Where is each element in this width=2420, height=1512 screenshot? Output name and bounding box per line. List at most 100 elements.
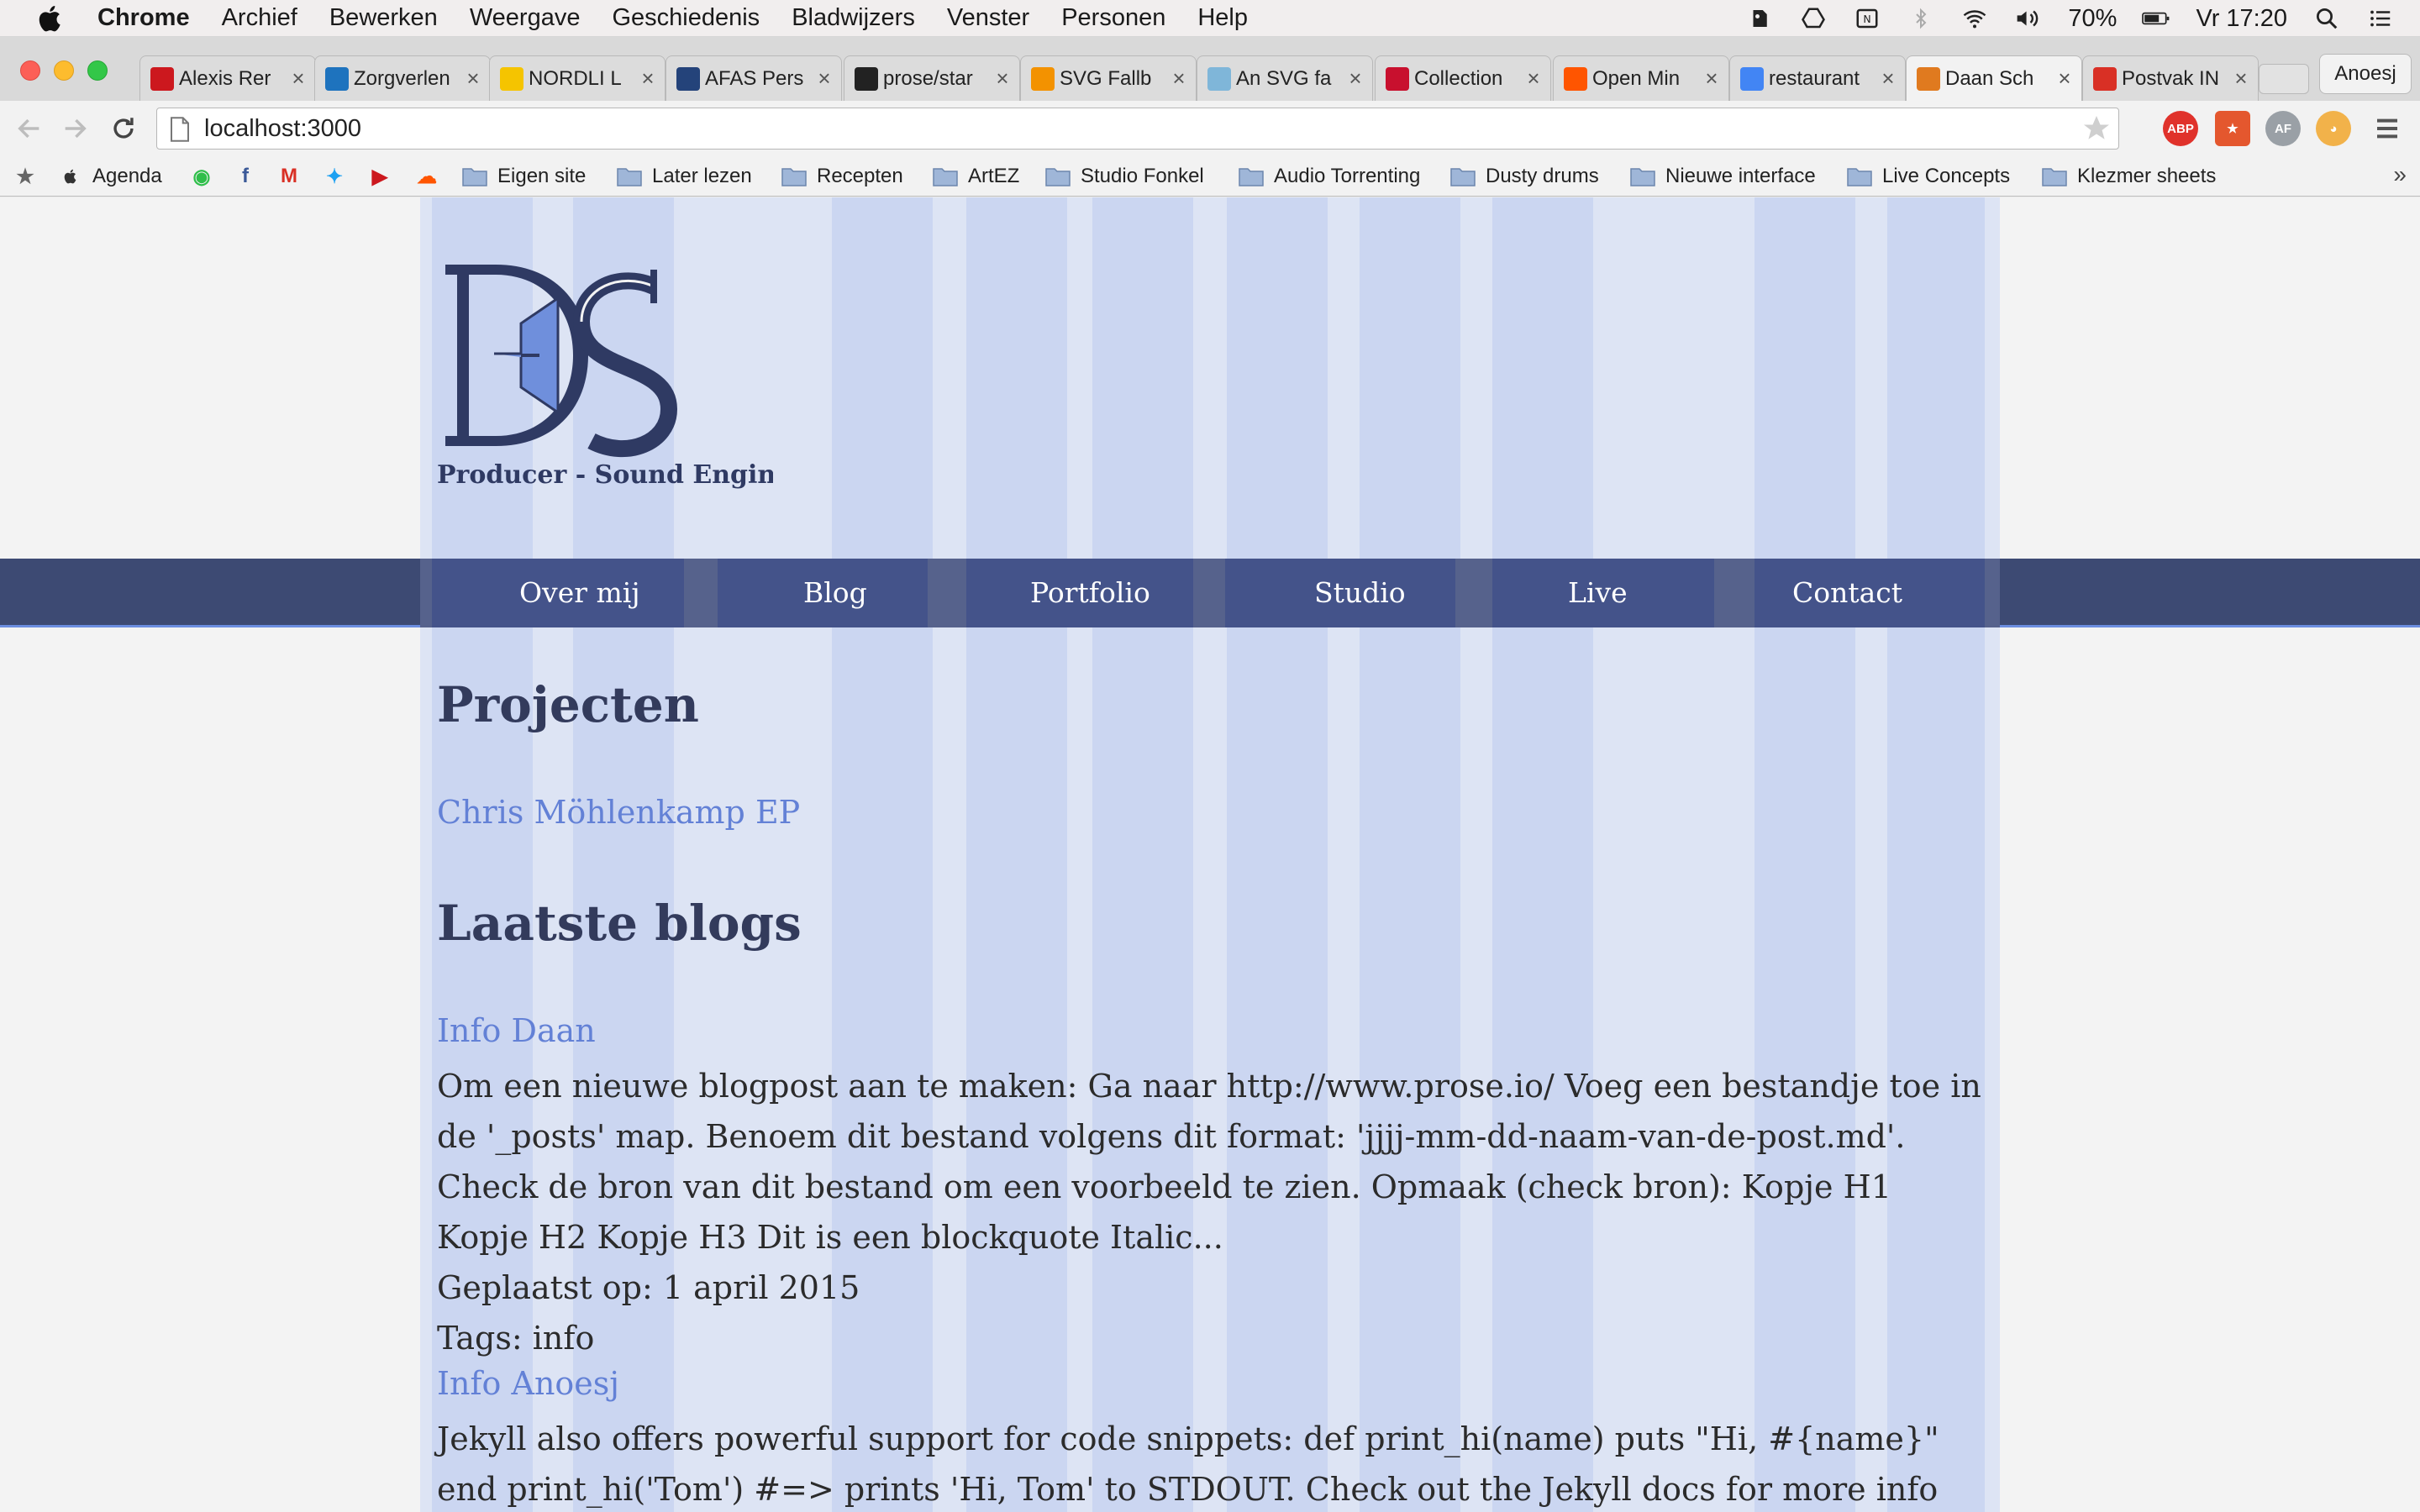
bookmark-star-icon[interactable] [2081,113,2112,144]
bookmark-label: Agenda [92,165,162,187]
back-arrow-icon[interactable] [10,109,49,148]
nav-portfolio[interactable]: Portfolio [1030,559,1150,627]
bookmark-soundcloud[interactable]: ☁ [415,163,439,190]
close-tab-icon[interactable]: × [1700,66,1723,92]
bookmark-folder[interactable]: Live Concepts [1847,163,2010,190]
bookmark-label: Eigen site [497,165,587,187]
browser-tab[interactable]: Alexis Rer × [139,55,316,101]
bookmark-apple[interactable]: Agenda [59,163,162,190]
bookmark-folder[interactable]: Later lezen [617,163,752,190]
google-drive-icon[interactable] [1799,6,1828,31]
browser-tab[interactable]: restaurant × [1729,55,1906,101]
site-navigation: Over mij Blog Portfolio Studio Live Cont… [0,559,2420,627]
close-tab-icon[interactable]: × [1167,66,1191,92]
bookmark-star[interactable]: ★ [13,163,37,190]
bookmark-folder[interactable]: Nieuwe interface [1630,163,1816,190]
battery-icon[interactable] [2142,6,2170,31]
address-bar[interactable]: localhost:3000 [156,108,2119,150]
menu-bladwijzers[interactable]: Bladwijzers [792,4,915,32]
bookmark-gmail[interactable]: M [277,163,301,190]
cat-extension-icon[interactable]: ◕ [2316,111,2351,146]
evernote-icon[interactable] [1745,6,1774,31]
page-icon [171,117,189,142]
browser-tab[interactable]: An SVG fa × [1197,55,1373,101]
bookmark-folder[interactable]: Audio Torrenting [1239,163,1420,190]
close-tab-icon[interactable]: × [1876,66,1900,92]
close-tab-icon[interactable]: × [636,66,660,92]
browser-tab[interactable]: prose/star × [844,55,1020,101]
bookmark-folder[interactable]: ArtEZ [933,163,1019,190]
bookmark-folder[interactable]: Klezmer sheets [2042,163,2216,190]
close-tab-icon[interactable]: × [991,66,1014,92]
bookmark-facebook[interactable]: f [234,163,257,190]
close-tab-icon[interactable]: × [287,66,310,92]
nav-blog[interactable]: Blog [803,559,867,627]
bookmark-folder[interactable]: Dusty drums [1450,163,1599,190]
afas-extension-icon[interactable]: AF [2265,111,2301,146]
new-tab-button[interactable] [2259,64,2309,94]
bookmark-extension-icon[interactable]: ★ [2215,111,2250,146]
blog-post-excerpt: Jekyll also offers powerful support for … [437,1420,1939,1508]
browser-tab[interactable]: NORDLI L × [489,55,666,101]
profile-button[interactable]: Anoesj [2319,54,2412,94]
menu-archief[interactable]: Archief [222,4,297,32]
browser-tab[interactable]: SVG Fallb × [1020,55,1197,101]
menu-weergave[interactable]: Weergave [470,4,581,32]
bookmark-label: Klezmer sheets [2077,165,2217,187]
reload-icon[interactable] [104,109,143,148]
more-bookmarks-chevron-icon[interactable]: » [2393,161,2407,188]
notification-center-icon[interactable] [2366,6,2395,31]
browser-tab[interactable]: Daan Sch × [1906,55,2082,101]
forward-arrow-icon[interactable] [55,109,94,148]
minimize-window-button[interactable] [54,60,74,81]
macos-menu-bar: Chrome Archief Bewerken Weergave Geschie… [0,0,2420,37]
close-window-button[interactable] [20,60,40,81]
close-tab-icon[interactable]: × [2229,66,2253,92]
bookmark-folder[interactable]: Studio Fonkel [1045,163,1204,190]
nav-contact[interactable]: Contact [1792,559,1902,627]
browser-tab[interactable]: Open Min × [1553,55,1729,101]
gmail-icon: M [281,165,297,187]
scanner-icon[interactable]: N [1853,6,1881,31]
bookmark-folder[interactable]: Eigen site [462,163,586,190]
ds-logo[interactable]: Producer - Sound Engineer [437,263,773,490]
zoom-window-button[interactable] [87,60,108,81]
menu-venster[interactable]: Venster [947,4,1029,32]
menu-help[interactable]: Help [1197,4,1248,32]
blog-post-title[interactable]: Info Anoesj [437,1365,619,1402]
bookmark-folder[interactable]: Recepten [781,163,903,190]
apple-logo-icon[interactable] [34,2,67,35]
nav-live[interactable]: Live [1568,559,1628,627]
bookmark-youtube[interactable]: ▶ [368,163,392,190]
clock[interactable]: Vr 17:20 [2196,5,2287,33]
url-text[interactable]: localhost:3000 [204,115,361,143]
browser-tab[interactable]: Postvak IN × [2082,55,2259,101]
menu-geschiedenis[interactable]: Geschiedenis [612,4,760,32]
wifi-icon[interactable] [1960,6,1989,31]
browser-tab[interactable]: Zorgverlen × [314,55,491,101]
close-tab-icon[interactable]: × [1522,66,1545,92]
menu-app-name[interactable]: Chrome [97,4,190,32]
nav-studio[interactable]: Studio [1314,559,1406,627]
bluetooth-icon[interactable] [1907,6,1935,31]
volume-icon[interactable] [2014,6,2043,31]
spotlight-search-icon[interactable] [2312,6,2341,31]
close-tab-icon[interactable]: × [1344,66,1367,92]
close-tab-icon[interactable]: × [813,66,836,92]
browser-tab[interactable]: Collection × [1375,55,1551,101]
menu-bewerken[interactable]: Bewerken [329,4,438,32]
close-tab-icon[interactable]: × [461,66,485,92]
chrome-menu-icon[interactable] [2368,109,2407,148]
latest-blogs-heading: Laatste blogs [437,895,802,952]
adblock-plus-icon[interactable]: ABP [2163,111,2198,146]
bookmark-whatsapp[interactable]: ◉ [190,163,213,190]
close-tab-icon[interactable]: × [2053,66,2076,92]
menu-personen[interactable]: Personen [1061,4,1165,32]
blog-post-title[interactable]: Info Daan [437,1012,596,1049]
tab-title: NORDLI L [529,66,622,90]
bookmark-twitter[interactable]: ✦ [323,163,346,190]
project-link[interactable]: Chris Möhlenkamp EP [437,794,800,831]
twitter-icon: ✦ [325,165,344,188]
nav-over-mij[interactable]: Over mij [519,559,640,627]
browser-tab[interactable]: AFAS Pers × [666,55,842,101]
